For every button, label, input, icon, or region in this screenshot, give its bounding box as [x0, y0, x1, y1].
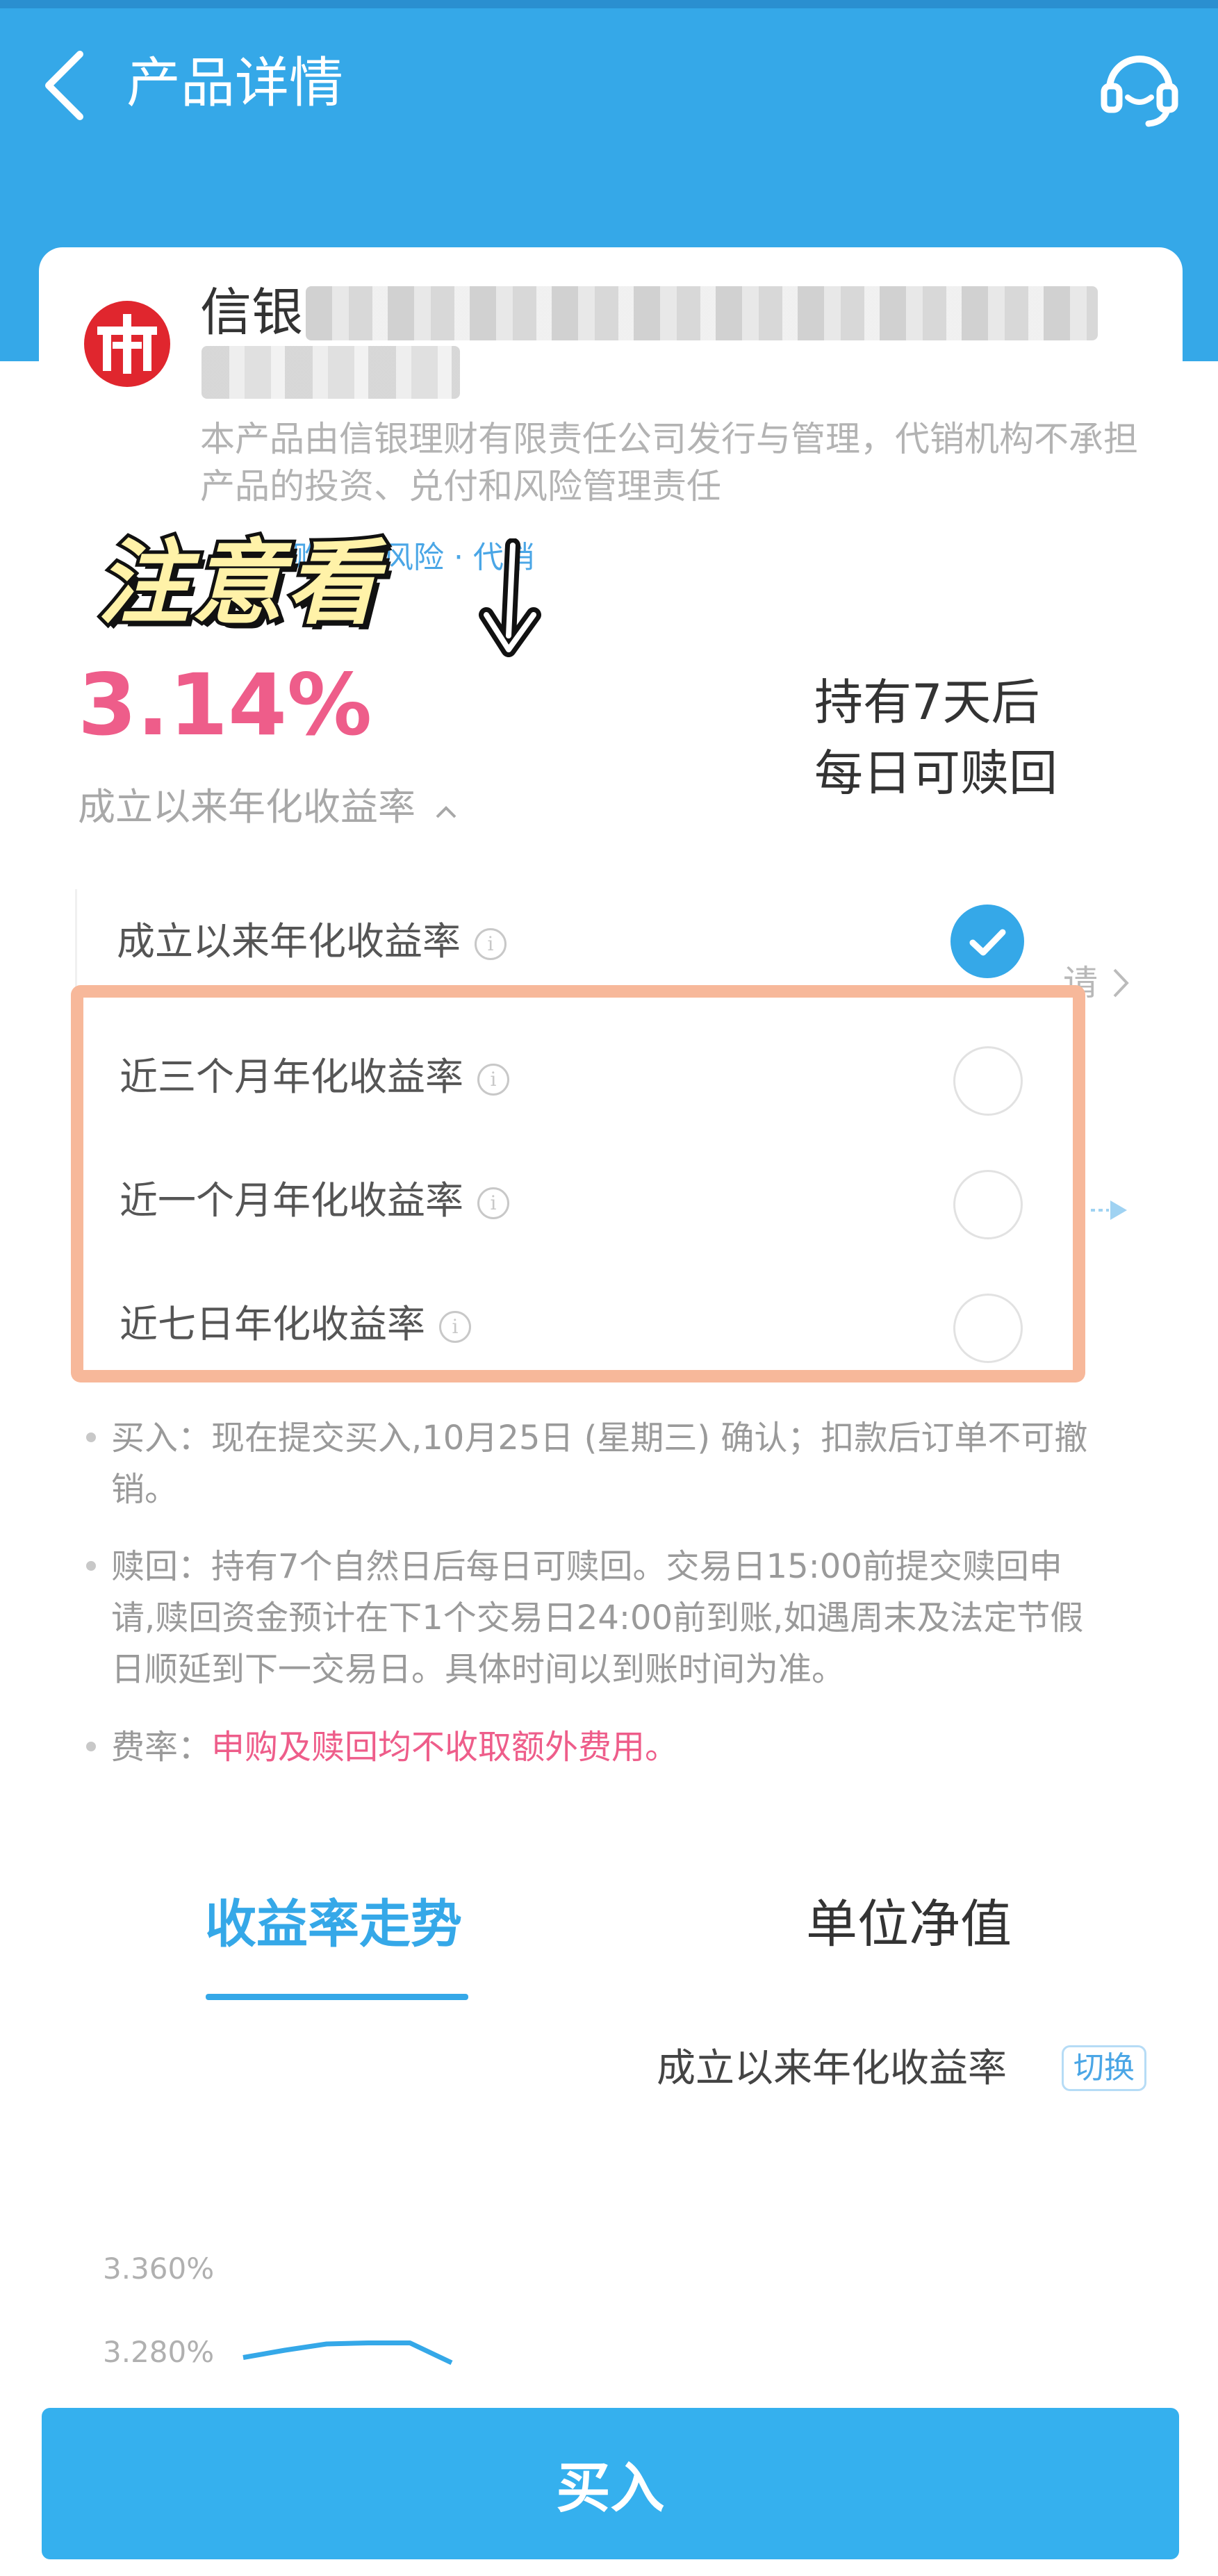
- tab-unit-nav[interactable]: 单位净值: [806, 1890, 1012, 1959]
- bullet-dot: [86, 1433, 96, 1442]
- rule-buy: 买入：现在提交买入,10月25日 (星期三) 确认；扣款后订单不可撤销。: [86, 1412, 1105, 1515]
- product-name: 信银: [200, 283, 303, 342]
- radio-unchecked-icon[interactable]: [953, 1294, 1023, 1363]
- status-strip: [0, 0, 1218, 8]
- rate-type-selector[interactable]: 成立以来年化收益率: [78, 782, 458, 833]
- y-tick-label: 3.280%: [103, 2335, 214, 2369]
- info-icon[interactable]: i: [477, 1187, 510, 1219]
- tab-yield-trend[interactable]: 收益率走势: [205, 1890, 462, 1959]
- buy-button[interactable]: 买入: [42, 2408, 1179, 2559]
- rule-fee-value: 申购及赎回均不收取额外费用。: [211, 1728, 679, 1767]
- checked-radio-icon[interactable]: [950, 905, 1024, 978]
- overlay-sticker-text: 注意看: [94, 527, 381, 641]
- page-title: 产品详情: [126, 52, 344, 115]
- rule-fee: 费率：申购及赎回均不收取额外费用。: [86, 1722, 1105, 1773]
- info-icon[interactable]: i: [439, 1310, 472, 1343]
- rule-redeem-text: 赎回：持有7个自然日后每日可赎回。交易日15:00前提交赎回申请,赎回资金预计在…: [111, 1547, 1084, 1689]
- customer-service-icon[interactable]: [1094, 40, 1185, 131]
- radio-unchecked-icon[interactable]: [953, 1170, 1023, 1239]
- rate-option-label: 近三个月年化收益率: [120, 1055, 464, 1099]
- y-tick-label: 3.360%: [103, 2252, 214, 2286]
- dropdown-divider: [75, 889, 77, 993]
- rate-option-label: 近七日年化收益率: [120, 1302, 426, 1346]
- issuer-description: 本产品由信银理财有限责任公司发行与管理，代销机构不承担产品的投资、兑付和风险管理…: [200, 419, 1138, 506]
- chart-metric-label: 成立以来年化收益率: [657, 2046, 1007, 2091]
- radio-unchecked-icon[interactable]: [953, 1046, 1023, 1116]
- back-arrow-icon[interactable]: [38, 47, 94, 124]
- bullet-dot: [86, 1561, 96, 1571]
- down-arrow-icon: [479, 538, 541, 657]
- rate-option-label: 近一个月年化收益率: [120, 1178, 464, 1223]
- series-line: [242, 2340, 453, 2366]
- rate-type-label: 成立以来年化收益率: [78, 785, 415, 829]
- redeem-note-line-2: 每日可赎回: [814, 745, 1057, 802]
- rule-redeem: 赎回：持有7个自然日后每日可赎回。交易日15:00前提交赎回申请,赎回资金预计在…: [86, 1541, 1105, 1695]
- rate-option-seven-day[interactable]: 近七日年化收益率 i: [120, 1296, 472, 1352]
- bullet-dot: [86, 1742, 96, 1751]
- annualized-rate-value: 3.14%: [78, 656, 372, 754]
- rate-option-three-month[interactable]: 近三个月年化收益率 i: [120, 1049, 510, 1105]
- rate-option-one-month[interactable]: 近一个月年化收益率 i: [120, 1173, 510, 1228]
- redeem-note: 持有7天后 每日可赎回: [814, 667, 1057, 809]
- redeem-note-line-1: 持有7天后: [814, 674, 1040, 731]
- rate-option-label: 成立以来年化收益率: [117, 919, 461, 964]
- info-icon[interactable]: i: [477, 1063, 510, 1096]
- highlighted-rate-options: 近三个月年化收益率 i 近一个月年化收益率 i 近七日年化收益率 i: [71, 985, 1085, 1382]
- blue-pointer-icon: [1091, 1200, 1127, 1220]
- rule-buy-text: 买入：现在提交买入,10月25日 (星期三) 确认；扣款后订单不可撤销。: [111, 1419, 1088, 1509]
- blurred-name-part-1: [306, 286, 1098, 340]
- chevron-up-icon: [436, 806, 456, 818]
- yield-trend-chart: 3.360% 3.280%: [103, 2252, 453, 2369]
- blurred-name-part-2: [201, 346, 460, 399]
- switch-metric-button[interactable]: 切换: [1062, 2045, 1146, 2091]
- chevron-right-icon: [1113, 968, 1129, 998]
- info-icon[interactable]: i: [475, 927, 507, 960]
- citic-logo-icon: [84, 301, 170, 387]
- active-tab-indicator: [206, 1994, 468, 2000]
- rule-fee-label: 费率：: [111, 1728, 212, 1767]
